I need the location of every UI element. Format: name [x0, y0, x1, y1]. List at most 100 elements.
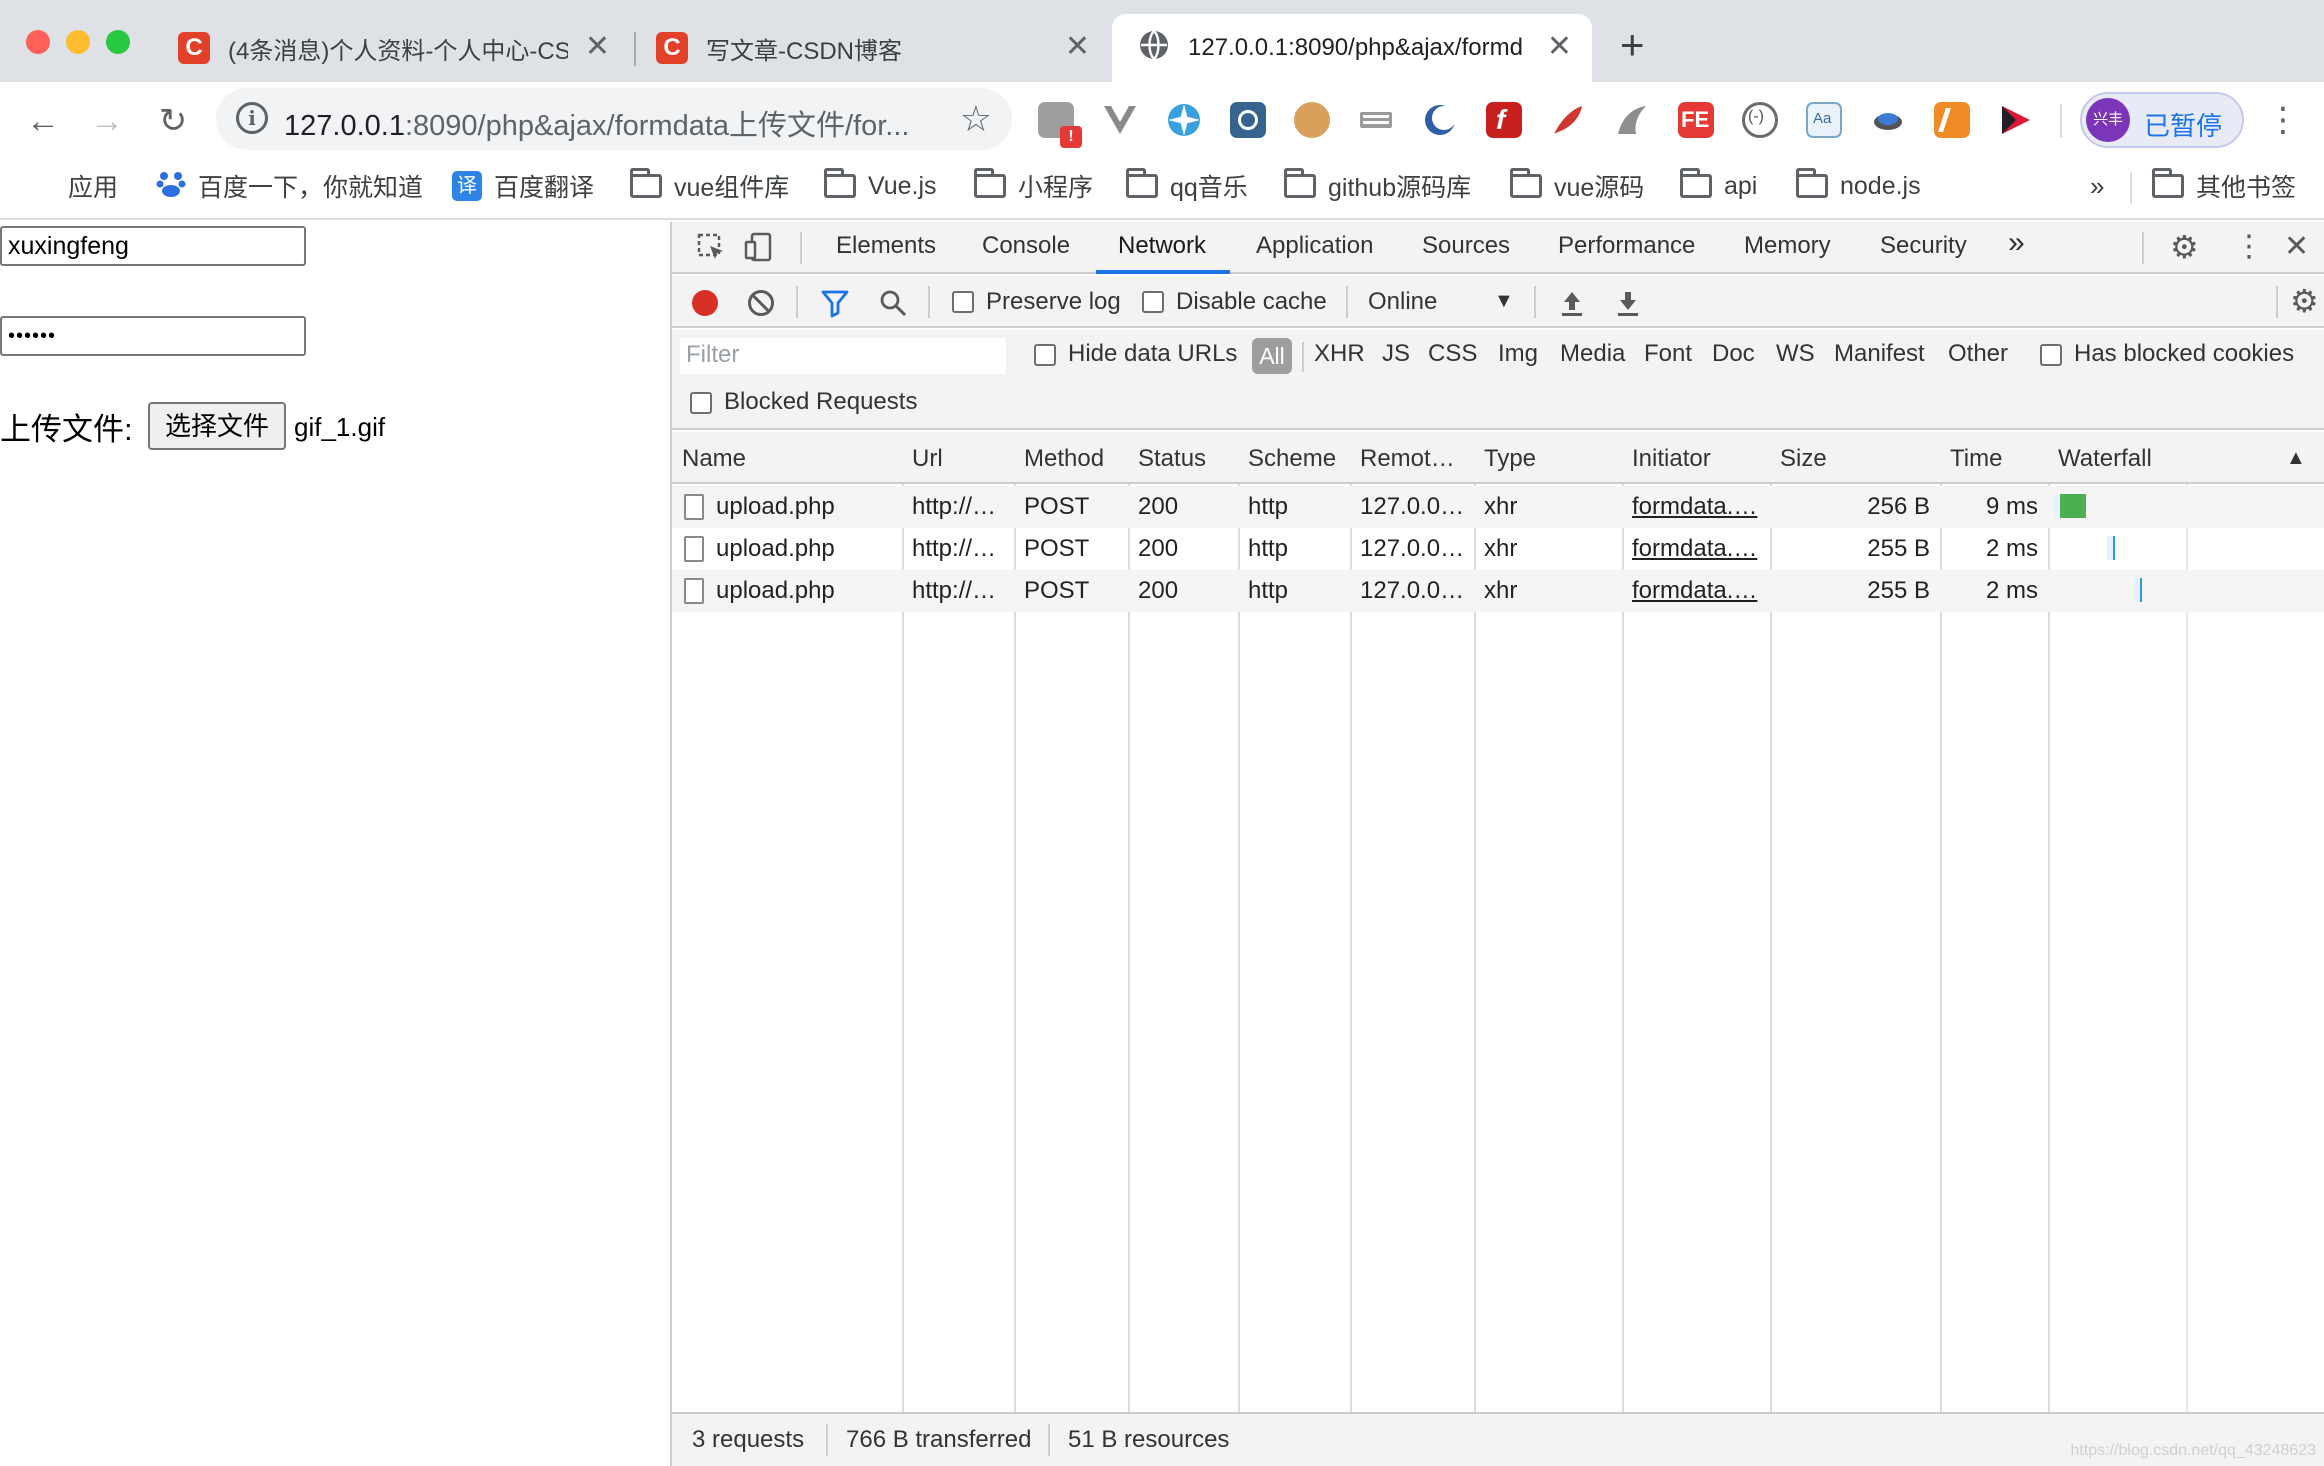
- clear-icon[interactable]: [748, 290, 774, 316]
- import-har-icon[interactable]: [1558, 288, 1586, 323]
- bookmark-nodejs[interactable]: node.js: [1796, 166, 1921, 206]
- initiator-link[interactable]: formdata.…: [1632, 577, 1757, 605]
- pinwheel-extension-icon[interactable]: [1166, 102, 1202, 138]
- preserve-log-checkbox[interactable]: [952, 291, 974, 313]
- bookmark-vue-source[interactable]: vue源码: [1510, 166, 1644, 206]
- record-button[interactable]: [692, 290, 718, 316]
- tab-elements[interactable]: Elements: [836, 232, 936, 260]
- column-header-initiator[interactable]: Initiator: [1632, 445, 1711, 473]
- forward-button[interactable]: →: [86, 100, 128, 142]
- filter-type-xhr[interactable]: XHR: [1314, 340, 1365, 368]
- choose-file-button[interactable]: 选择文件: [148, 402, 286, 450]
- bookmark-vue-components[interactable]: vue组件库: [630, 166, 789, 206]
- column-header-scheme[interactable]: Scheme: [1248, 445, 1336, 473]
- bookmark-apps[interactable]: 应用: [28, 166, 118, 206]
- shark-fin-extension-icon[interactable]: [1614, 102, 1650, 138]
- filter-icon[interactable]: [820, 288, 850, 323]
- has-blocked-cookies-checkbox[interactable]: [2040, 344, 2062, 366]
- sort-ascending-icon[interactable]: ▲: [2286, 447, 2306, 470]
- vue-devtools-icon[interactable]: [1102, 102, 1138, 138]
- filter-type-manifest[interactable]: Manifest: [1834, 340, 1925, 368]
- profile-button[interactable]: 兴丰 已暂停: [2080, 92, 2244, 148]
- window-minimize-button[interactable]: [66, 30, 90, 54]
- window-zoom-button[interactable]: [106, 30, 130, 54]
- bookmark-github-source[interactable]: github源码库: [1284, 166, 1471, 206]
- tab-close-icon[interactable]: ✕: [1547, 32, 1572, 62]
- turtle-extension-icon[interactable]: [1870, 102, 1906, 138]
- blue-crescent-extension-icon[interactable]: [1422, 102, 1458, 138]
- json-formatter-extension-icon[interactable]: (-): [1742, 102, 1778, 138]
- bookmark-api[interactable]: api: [1680, 166, 1757, 206]
- chevron-down-icon[interactable]: ▼: [1494, 290, 1514, 313]
- tab-network[interactable]: Network: [1118, 232, 1206, 260]
- filter-type-font[interactable]: Font: [1644, 340, 1692, 368]
- initiator-link[interactable]: formdata.…: [1632, 493, 1757, 521]
- address-bar[interactable]: i 127.0.0.1:8090/php&ajax/formdata上传文件/f…: [216, 88, 1012, 150]
- tab-close-icon[interactable]: ✕: [1065, 32, 1090, 62]
- filter-type-js[interactable]: JS: [1382, 340, 1410, 368]
- tab-performance[interactable]: Performance: [1558, 232, 1695, 260]
- tab-sources[interactable]: Sources: [1422, 232, 1510, 260]
- column-header-url[interactable]: Url: [912, 445, 943, 473]
- screen-capture-extension-icon[interactable]: [1230, 102, 1266, 138]
- fe-helper-extension-icon[interactable]: FE: [1678, 102, 1714, 138]
- tab-memory[interactable]: Memory: [1744, 232, 1831, 260]
- filter-input[interactable]: Filter: [680, 338, 1006, 374]
- bookmark-baidu[interactable]: 百度一下，你就知道: [156, 166, 423, 206]
- window-close-button[interactable]: [26, 30, 50, 54]
- column-header-remote-address[interactable]: Remot…: [1360, 445, 1455, 473]
- translate-extension-icon[interactable]: Aa: [1806, 102, 1842, 138]
- filter-type-ws[interactable]: WS: [1776, 340, 1815, 368]
- filter-type-other[interactable]: Other: [1948, 340, 2008, 368]
- tab-security[interactable]: Security: [1880, 232, 1967, 260]
- filter-type-img[interactable]: Img: [1498, 340, 1538, 368]
- bookmark-baidu-translate[interactable]: 译 百度翻译: [452, 166, 594, 206]
- column-header-method[interactable]: Method: [1024, 445, 1104, 473]
- password-input[interactable]: ••••••: [0, 316, 306, 356]
- browser-menu-icon[interactable]: ⋮: [2266, 100, 2300, 140]
- column-header-status[interactable]: Status: [1138, 445, 1206, 473]
- column-header-waterfall[interactable]: Waterfall: [2058, 445, 2152, 473]
- table-row[interactable]: upload.php http://… POST 200 http 127.0.…: [672, 570, 2324, 612]
- keyboard-extension-icon[interactable]: [1358, 102, 1394, 138]
- bookmark-star-icon[interactable]: ☆: [960, 98, 992, 140]
- back-button[interactable]: ←: [22, 100, 64, 142]
- browser-tab-profile[interactable]: C (4条消息)个人资料-个人中心-CS ✕: [178, 14, 622, 82]
- search-icon[interactable]: [878, 288, 908, 323]
- blocked-requests-checkbox[interactable]: [690, 392, 712, 414]
- column-header-type[interactable]: Type: [1484, 445, 1536, 473]
- cookie-extension-icon[interactable]: [1294, 102, 1330, 138]
- bookmarks-overflow-button[interactable]: »: [2090, 166, 2104, 206]
- bookmark-qq-music[interactable]: qq音乐: [1126, 166, 1248, 206]
- filter-type-media[interactable]: Media: [1560, 340, 1625, 368]
- throttling-select[interactable]: Online: [1368, 288, 1437, 316]
- new-tab-button[interactable]: +: [1620, 24, 1645, 66]
- hide-data-urls-checkbox[interactable]: [1034, 344, 1056, 366]
- filter-type-doc[interactable]: Doc: [1712, 340, 1755, 368]
- url-text[interactable]: 127.0.0.1:8090/php&ajax/formdata上传文件/for…: [284, 102, 909, 144]
- orange-extension-icon[interactable]: [1934, 102, 1970, 138]
- close-devtools-icon[interactable]: ✕: [2284, 232, 2309, 262]
- filter-type-css[interactable]: CSS: [1428, 340, 1477, 368]
- devtools-menu-icon[interactable]: ⋮: [2234, 232, 2264, 262]
- initiator-link[interactable]: formdata.…: [1632, 535, 1757, 563]
- filter-type-all[interactable]: All: [1252, 338, 1292, 374]
- more-tabs-button[interactable]: »: [2008, 226, 2025, 260]
- column-header-size[interactable]: Size: [1780, 445, 1827, 473]
- column-header-time[interactable]: Time: [1950, 445, 2002, 473]
- bookmark-mini-program[interactable]: 小程序: [974, 166, 1093, 206]
- column-header-name[interactable]: Name: [682, 445, 746, 473]
- bookmark-vuejs[interactable]: Vue.js: [824, 166, 937, 206]
- disable-cache-checkbox[interactable]: [1142, 291, 1164, 313]
- tab-close-icon[interactable]: ✕: [585, 32, 610, 62]
- red-flag-extension-icon[interactable]: [1998, 102, 2034, 138]
- inspect-element-icon[interactable]: [696, 232, 726, 268]
- browser-tab-write-article[interactable]: C 写文章-CSDN博客 ✕: [656, 14, 1102, 82]
- bookmark-other-bookmarks[interactable]: 其他书签: [2152, 166, 2296, 206]
- site-info-icon[interactable]: i: [236, 102, 268, 134]
- reload-button[interactable]: ↻: [152, 100, 194, 142]
- tab-application[interactable]: Application: [1256, 232, 1373, 260]
- table-row[interactable]: upload.php http://… POST 200 http 127.0.…: [672, 528, 2324, 570]
- extension-puzzle-icon[interactable]: !: [1038, 102, 1082, 148]
- tab-console[interactable]: Console: [982, 232, 1070, 260]
